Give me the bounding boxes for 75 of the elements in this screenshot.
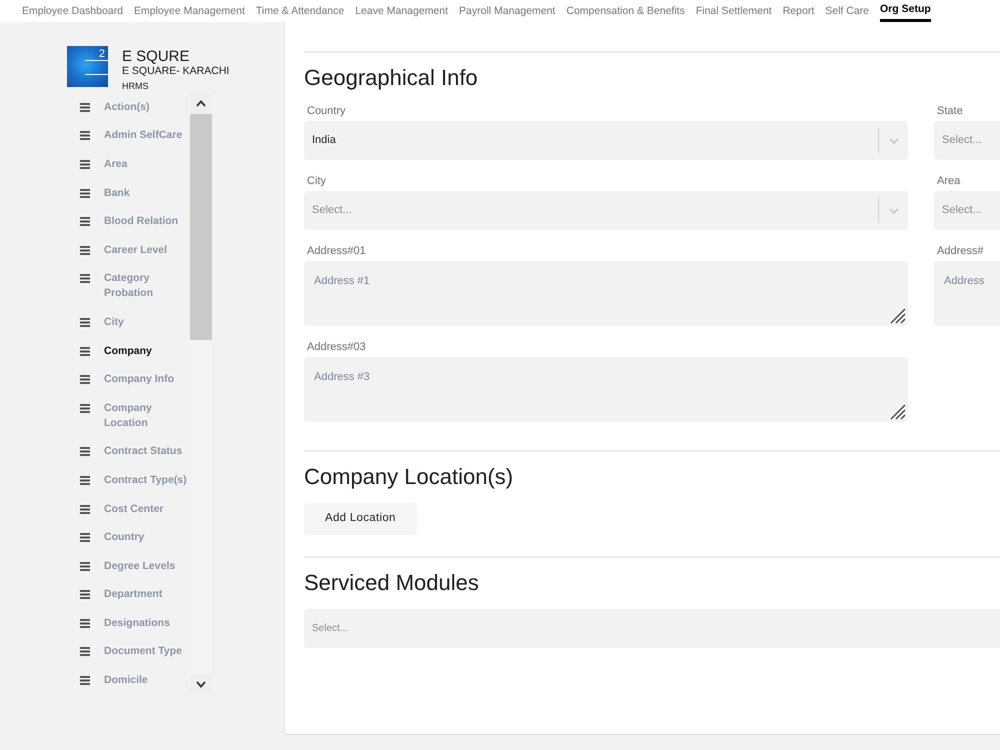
sidebar-item[interactable]: Domicile: [80, 666, 190, 695]
sidebar-item[interactable]: Area: [80, 150, 190, 179]
section-heading: Serviced Modules: [304, 570, 480, 596]
field-label: City: [307, 174, 327, 188]
section-heading: Geographical Info: [304, 65, 479, 91]
sidebar-item[interactable]: Degree Levels: [80, 552, 190, 580]
field-label: State: [937, 104, 964, 118]
menu-icon: [80, 274, 90, 284]
text-area[interactable]: Address #3: [304, 357, 908, 422]
menu-icon: [80, 504, 90, 514]
text-area[interactable]: Address: [934, 261, 1000, 326]
text-area[interactable]: Address #1: [304, 261, 908, 326]
scrollbar-thumb[interactable]: [190, 114, 212, 340]
company-logo: 2: [67, 46, 108, 87]
nav-link[interactable]: Employee Dashboard: [22, 0, 123, 22]
sidebar-item[interactable]: Blood Relation: [80, 207, 190, 236]
menu-icon: [80, 318, 90, 327]
sidebar-item[interactable]: Admin SelfCare: [80, 122, 190, 150]
sidebar-item[interactable]: Department: [80, 580, 190, 610]
menu-icon: [80, 131, 90, 140]
menu-icon: [80, 562, 90, 571]
menu-icon: [80, 375, 90, 384]
menu-icon: [80, 188, 90, 198]
select-field[interactable]: India: [304, 121, 908, 160]
sidebar-item[interactable]: Contract Type(s): [80, 466, 190, 495]
nav-link[interactable]: Payroll Management: [459, 0, 556, 22]
sidebar-item[interactable]: Cost Center: [80, 494, 190, 524]
nav-link[interactable]: Time & Attendance: [256, 0, 344, 22]
select-field[interactable]: Select...: [934, 191, 1000, 230]
branch-name: E SQUARE- KARACHI: [122, 65, 230, 77]
sidebar-item[interactable]: Country: [80, 523, 190, 552]
sidebar-item[interactable]: Company Info: [80, 365, 190, 394]
section-heading: Company Location(s): [304, 464, 514, 490]
field-label: Area: [937, 174, 962, 188]
field-label: Address#03: [307, 340, 367, 354]
product-name: HRMS: [122, 81, 150, 92]
menu-icon: [80, 246, 90, 255]
menu-icon: [80, 618, 90, 628]
nav-link[interactable]: Final Settlement: [696, 0, 772, 22]
nav-link[interactable]: Employee Management: [134, 0, 245, 22]
sidebar-item[interactable]: Bank: [80, 178, 190, 208]
sidebar-item[interactable]: City: [80, 308, 190, 337]
nav-link[interactable]: Compensation & Benefits: [566, 0, 685, 22]
field-label: Address#: [937, 244, 984, 258]
nav-link[interactable]: Report: [782, 0, 814, 22]
menu-icon: [80, 476, 90, 485]
sidebar-item[interactable]: Designations: [80, 609, 190, 638]
menu-icon: [80, 647, 90, 656]
select-field[interactable]: Select...: [934, 121, 1000, 160]
menu-icon: [80, 346, 90, 356]
sidebar-item[interactable]: Career Level: [80, 236, 190, 265]
select-field[interactable]: Select...: [304, 609, 1000, 648]
menu-icon: [80, 160, 90, 169]
menu-icon: [80, 217, 90, 226]
chevron-up-icon: [196, 100, 206, 107]
select-field[interactable]: Select...: [304, 191, 908, 230]
chevron-down-icon: [196, 680, 206, 688]
menu-icon: [80, 590, 90, 600]
sidebar-item[interactable]: Contract Status: [80, 438, 190, 466]
add-location-button[interactable]: Add Location: [304, 503, 417, 535]
sidebar-item[interactable]: Company: [80, 336, 190, 366]
menu-icon: [80, 102, 90, 112]
nav-link[interactable]: Self Care: [825, 0, 870, 22]
company-name: E SQURE: [122, 49, 191, 65]
menu-icon: [80, 676, 90, 686]
field-label: Address#01: [307, 244, 367, 258]
menu-icon: [80, 533, 90, 542]
sidebar-item[interactable]: Company Location: [80, 394, 190, 438]
menu-icon: [80, 447, 90, 456]
sidebar-item[interactable]: Action(s): [80, 93, 190, 122]
field-label: Country: [307, 104, 347, 118]
menu-icon: [80, 404, 90, 413]
sidebar-item[interactable]: Category Probation: [80, 264, 190, 308]
sidebar-item[interactable]: Document Type: [80, 638, 190, 666]
nav-link[interactable]: Leave Management: [355, 0, 448, 22]
